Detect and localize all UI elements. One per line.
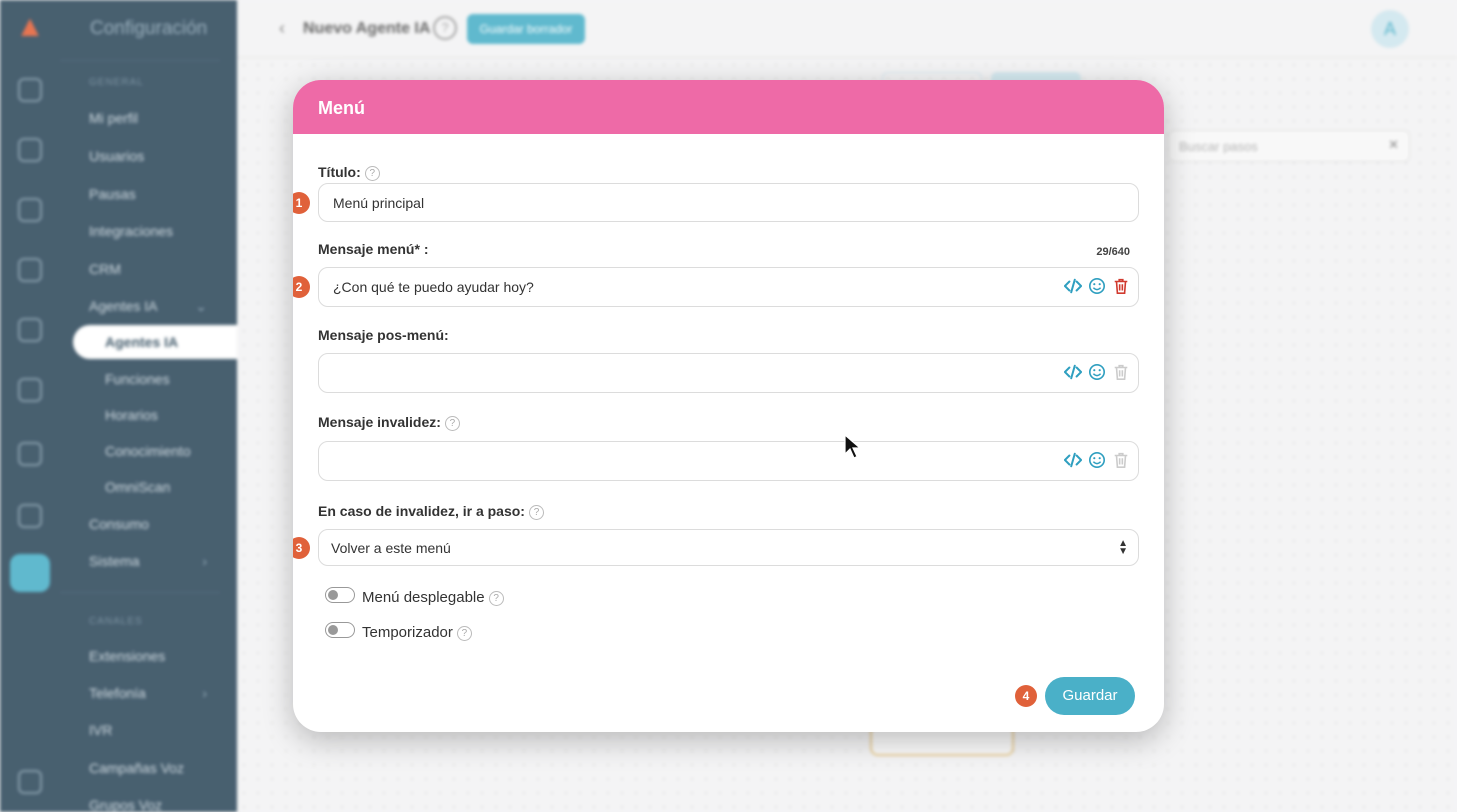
timer-toggle[interactable]: [325, 622, 355, 638]
invalid-message-label: Mensaje invalidez:?: [318, 414, 460, 431]
emoji-icon[interactable]: [1088, 451, 1106, 469]
char-counter: 29/640: [1096, 246, 1130, 258]
trash-icon: [1114, 452, 1128, 469]
code-icon[interactable]: [1064, 277, 1082, 295]
trash-icon[interactable]: [1112, 277, 1130, 295]
dropdown-menu-label: Menú desplegable?: [362, 589, 504, 606]
emoji-icon[interactable]: [1088, 363, 1106, 381]
modal-title: Menú: [318, 98, 365, 118]
menu-message-value: ¿Con qué te puedo ayudar hoy?: [333, 279, 534, 295]
mouse-cursor-icon: [844, 434, 862, 459]
invalid-goto-value: Volver a este menú: [331, 540, 451, 556]
menu-message-input[interactable]: 2 ¿Con qué te puedo ayudar hoy?: [293, 267, 1139, 307]
help-icon[interactable]: ?: [456, 626, 472, 641]
menu-message-label: Mensaje menú* :: [318, 241, 429, 257]
code-icon[interactable]: [1064, 363, 1082, 381]
invalid-message-input[interactable]: [318, 441, 1139, 481]
help-icon[interactable]: ?: [444, 416, 460, 431]
title-input[interactable]: 1 Menú principal: [293, 183, 1139, 222]
emoji-icon[interactable]: [1088, 277, 1106, 295]
help-icon[interactable]: ?: [528, 505, 544, 520]
modal-header: Menú: [293, 80, 1164, 134]
help-icon[interactable]: ?: [364, 166, 380, 181]
title-input-value: Menú principal: [333, 195, 425, 211]
post-menu-input[interactable]: [318, 353, 1139, 393]
dropdown-menu-toggle[interactable]: [325, 587, 355, 603]
step-badge-4: 4: [1015, 685, 1037, 707]
title-label: Título:?: [318, 164, 380, 181]
help-icon[interactable]: ?: [488, 591, 504, 606]
post-menu-label: Mensaje pos-menú:: [318, 327, 449, 343]
step-badge-2: 2: [293, 276, 310, 298]
invalid-goto-select[interactable]: 3 Volver a este menú ▲ ▼: [293, 529, 1139, 566]
menu-modal: Menú Título:? 1 Menú principal Mensaje m…: [293, 80, 1164, 732]
save-button[interactable]: Guardar: [1045, 677, 1135, 715]
invalid-goto-label: En caso de invalidez, ir a paso:?: [318, 503, 544, 520]
select-arrows-icon: ▲ ▼: [1118, 538, 1128, 557]
step-badge-1: 1: [293, 192, 310, 214]
timer-label: Temporizador?: [362, 624, 472, 641]
trash-icon: [1114, 364, 1128, 381]
step-badge-3: 3: [293, 537, 310, 559]
code-icon[interactable]: [1064, 451, 1082, 469]
